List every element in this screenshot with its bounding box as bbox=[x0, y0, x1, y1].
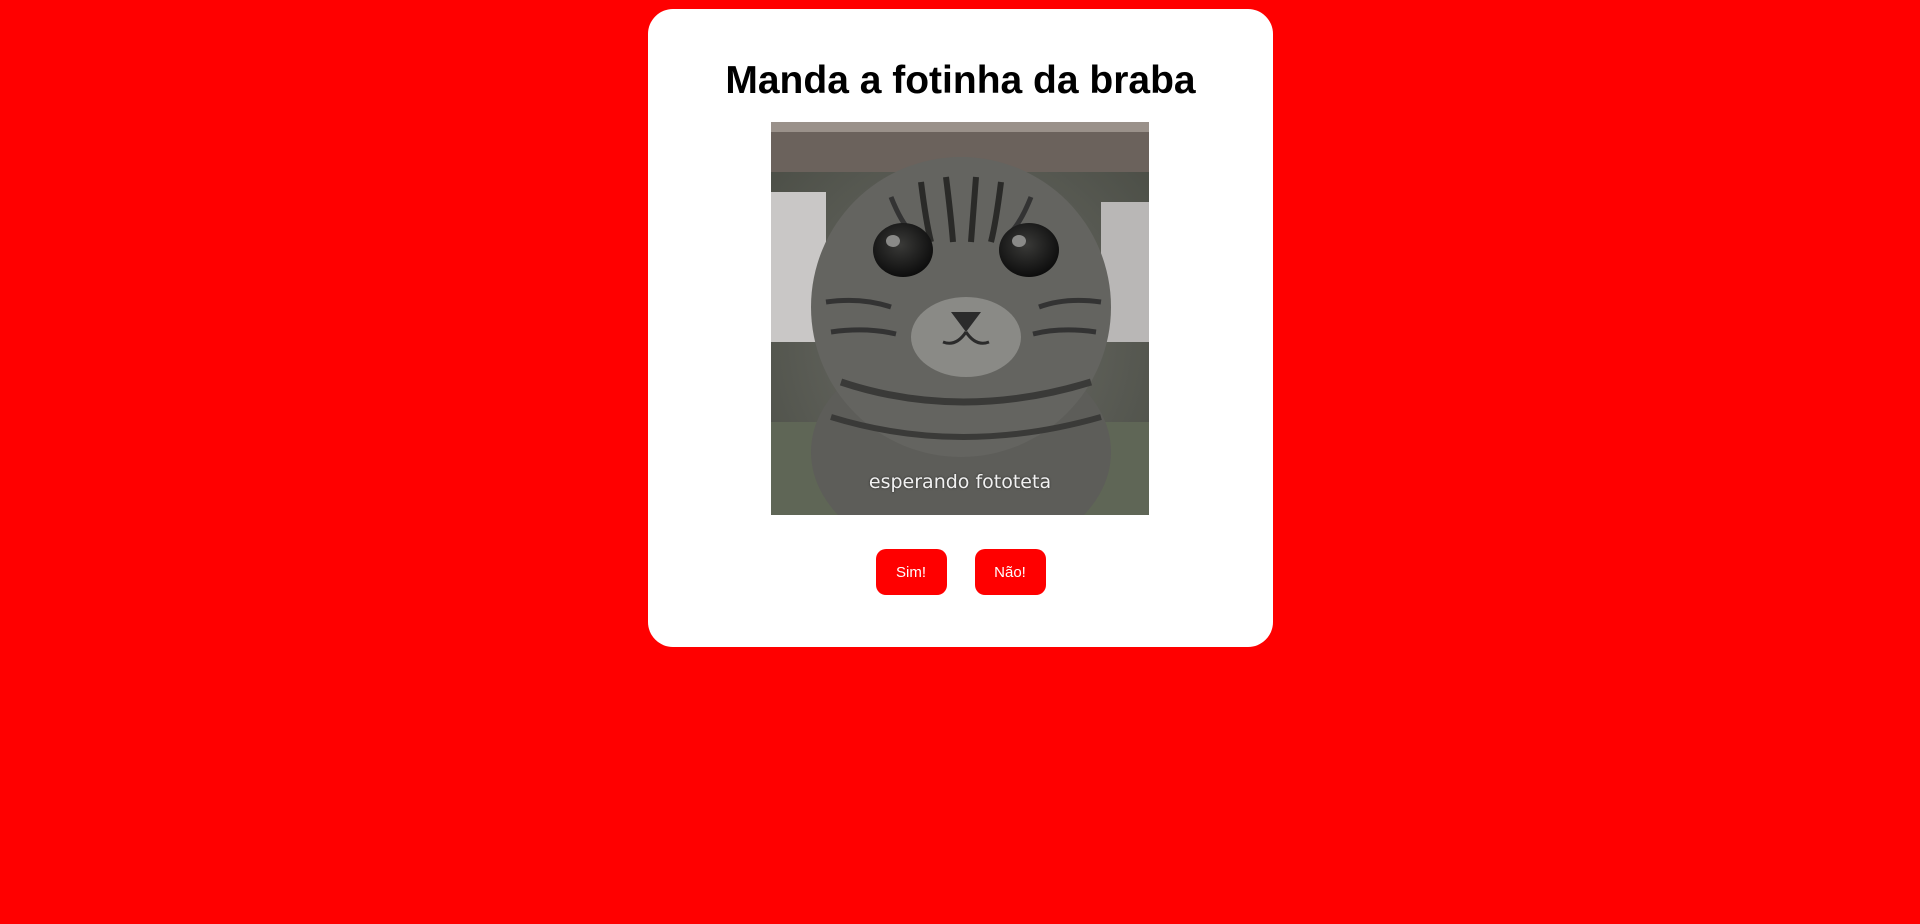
cat-photo: esperando fototeta bbox=[771, 122, 1149, 515]
card: Manda a fotinha da braba esperando fotot… bbox=[648, 9, 1273, 647]
page-title: Manda a fotinha da braba bbox=[725, 59, 1196, 102]
image-caption: esperando fototeta bbox=[868, 471, 1052, 493]
cat-illustration bbox=[771, 122, 1149, 515]
no-button[interactable]: Não! bbox=[974, 549, 1046, 595]
button-group: Sim! Não! bbox=[648, 549, 1273, 595]
yes-button[interactable]: Sim! bbox=[875, 549, 947, 595]
page-background: Manda a fotinha da braba esperando fotot… bbox=[0, 0, 1920, 924]
